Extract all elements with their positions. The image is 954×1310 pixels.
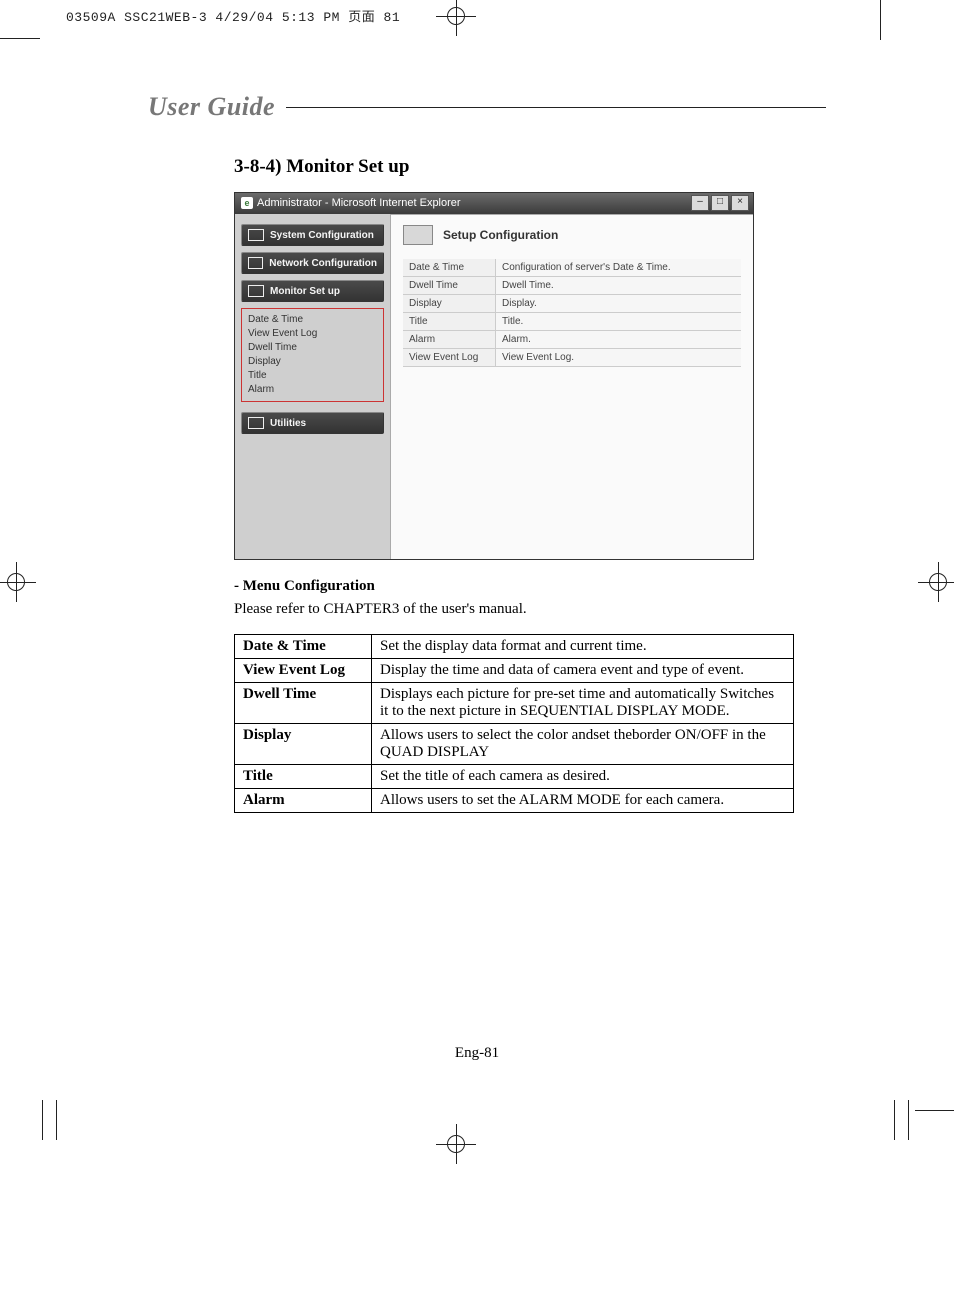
divider	[286, 107, 826, 108]
window-title: Administrator - Microsoft Internet Explo…	[257, 197, 461, 209]
content-pane: Setup Configuration Date & TimeConfigura…	[390, 214, 753, 559]
table-row: TitleSet the title of each camera as des…	[235, 765, 794, 789]
trim-mark	[42, 1100, 43, 1140]
section-heading: 3-8-4) Monitor Set up	[234, 156, 799, 178]
utilities-icon	[248, 417, 264, 429]
body-paragraph: Please refer to CHAPTER3 of the user's m…	[234, 601, 799, 618]
trim-mark	[0, 38, 40, 39]
registration-mark	[0, 562, 36, 602]
close-button[interactable]: ×	[731, 195, 749, 211]
trim-mark	[908, 1100, 909, 1140]
guide-title: User Guide	[148, 92, 275, 121]
nav-sub-item[interactable]: Dwell Time	[248, 341, 377, 355]
table-row: AlarmAllows users to set the ALARM MODE …	[235, 789, 794, 813]
nav-sub-item[interactable]: Title	[248, 369, 377, 383]
nav-sub-item[interactable]: View Event Log	[248, 327, 377, 341]
trim-mark	[880, 0, 881, 40]
config-icon	[403, 225, 433, 245]
table-row: Dwell TimeDisplays each picture for pre-…	[235, 683, 794, 724]
nav-sub-item[interactable]: Display	[248, 355, 377, 369]
trim-mark	[56, 1100, 57, 1140]
nav-label: System Configuration	[270, 230, 374, 241]
config-icon	[248, 229, 264, 241]
table-row: Date & TimeSet the display data format a…	[235, 635, 794, 659]
minimize-button[interactable]: –	[691, 195, 709, 211]
pane-title: Setup Configuration	[443, 228, 558, 242]
trim-mark	[894, 1100, 895, 1140]
nav-sublist: Date & Time View Event Log Dwell Time Di…	[241, 308, 384, 402]
browser-window-screenshot: e Administrator - Microsoft Internet Exp…	[234, 192, 754, 560]
crop-header: 03509A SSC21WEB-3 4/29/04 5:13 PM 页面 81	[66, 6, 400, 25]
maximize-button[interactable]: □	[711, 195, 729, 211]
page-number: Eng-81	[0, 1045, 954, 1062]
ie-icon: e	[241, 197, 253, 209]
nav-sub-item[interactable]: Date & Time	[248, 313, 377, 327]
registration-mark	[436, 0, 476, 36]
table-row: TitleTitle.	[403, 313, 741, 331]
table-row: DisplayDisplay.	[403, 295, 741, 313]
nav-label: Monitor Set up	[270, 286, 340, 297]
nav-sub-item[interactable]: Alarm	[248, 383, 377, 397]
config-table: Date & TimeConfiguration of server's Dat…	[403, 259, 741, 367]
subheading: - Menu Configuration	[234, 578, 799, 595]
nav-sidebar: System Configuration Network Configurati…	[235, 214, 390, 559]
monitor-icon	[248, 285, 264, 297]
nav-label: Network Configuration	[269, 258, 377, 269]
table-row: Dwell TimeDwell Time.	[403, 277, 741, 295]
description-table: Date & TimeSet the display data format a…	[234, 634, 794, 813]
table-row: View Event LogDisplay the time and data …	[235, 659, 794, 683]
nav-monitor-setup[interactable]: Monitor Set up	[241, 280, 384, 302]
table-row: Date & TimeConfiguration of server's Dat…	[403, 259, 741, 277]
table-row: View Event LogView Event Log.	[403, 349, 741, 367]
nav-label: Utilities	[270, 418, 306, 429]
nav-network-config[interactable]: Network Configuration	[241, 252, 384, 274]
nav-system-config[interactable]: System Configuration	[241, 224, 384, 246]
registration-mark	[918, 562, 954, 602]
registration-mark	[436, 1124, 476, 1164]
network-icon	[248, 257, 263, 269]
table-row: DisplayAllows users to select the color …	[235, 724, 794, 765]
nav-utilities[interactable]: Utilities	[241, 412, 384, 434]
titlebar: e Administrator - Microsoft Internet Exp…	[235, 193, 753, 214]
trim-mark	[915, 1110, 954, 1111]
table-row: AlarmAlarm.	[403, 331, 741, 349]
